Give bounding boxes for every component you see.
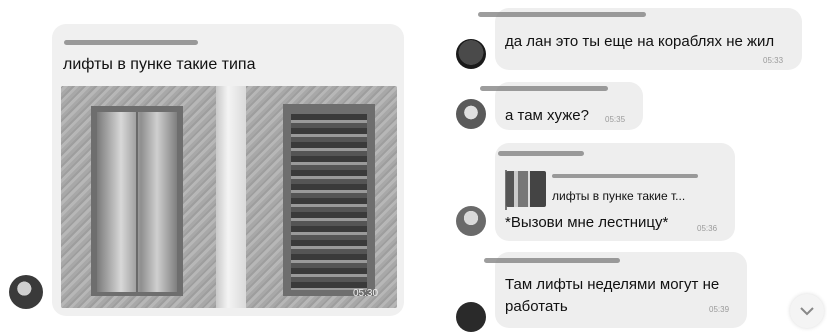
message-time: 05:35 [605,115,626,124]
photo-pillar [216,86,246,308]
stairs-image [291,114,367,290]
message-time: 05:33 [763,56,784,65]
message-text: да лан это ты еще на кораблях не жил [505,33,775,50]
reply-preview-text: лифты в пунке такие т... [552,189,686,203]
scroll-down-button[interactable] [790,294,824,328]
avatar[interactable] [456,302,486,332]
message-text: *Вызови мне лестницу* [505,214,669,231]
avatar[interactable] [9,275,43,309]
message-text: лифты в пунке такие типа [63,56,256,73]
sender-name-redacted [64,40,198,45]
door-seam [136,112,138,292]
photo-timestamp: 05:30 [353,288,379,299]
message-text: а там хуже? [505,107,589,124]
avatar[interactable] [456,39,486,69]
message-time: 05:36 [697,224,718,233]
reply-sender-redacted [552,174,698,178]
sender-name-redacted [484,258,620,263]
sender-name-redacted [480,86,608,91]
chevron-down-icon [800,307,814,316]
avatar[interactable] [456,206,486,236]
avatar[interactable] [456,99,486,129]
sender-name-redacted [478,12,646,17]
reply-thumbnail [506,171,546,207]
message-time: 05:39 [709,305,730,314]
message-photo[interactable]: 05:30 [61,86,397,308]
message-text-line2: работать [505,298,568,315]
message-text-line1: Там лифты неделями могут не [505,276,720,293]
sender-name-redacted [498,151,584,156]
